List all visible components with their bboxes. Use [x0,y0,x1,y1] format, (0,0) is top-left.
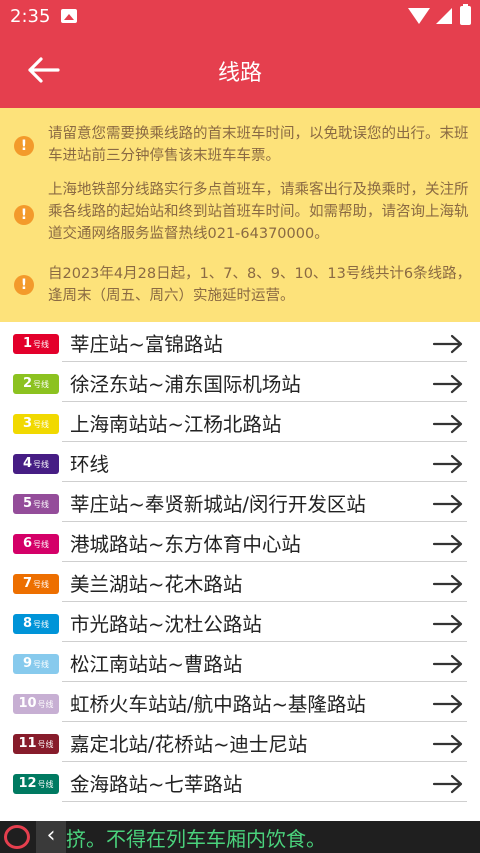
arrow-right-icon [432,454,464,474]
arrow-right-icon [432,374,464,394]
ticker-text: 挤。不得在列车车厢内饮食。 [66,827,326,851]
line-row[interactable]: 10 号线 虹桥火车站站/航中路站~基隆路站 [0,682,480,722]
line-number: 7 [22,576,33,591]
line-number: 10 [18,696,37,711]
line-route: 环线 [70,453,110,476]
line-badge: 12 号线 [13,774,59,794]
alert-icon: ! [14,205,34,225]
line-suffix: 号线 [33,620,50,629]
line-row[interactable]: 6 号线 港城路站~东方体育中心站 [0,522,480,562]
line-number: 2 [22,376,33,391]
line-number: 8 [22,616,33,631]
line-suffix: 号线 [37,700,54,709]
notice-item: ! 请留意您需要换乘线路的首末班车时间，以免耽误您的出行。末班车进站前三分钟停售… [14,122,474,170]
line-route: 美兰湖站~花木路站 [70,573,243,596]
metro-logo-icon [4,825,30,849]
line-number: 1 [22,336,33,351]
line-row[interactable]: 8 号线 市光路站~沈杜公路站 [0,602,480,642]
line-row[interactable]: 12 号线 金海路站~七莘路站 [0,762,480,802]
notice-item: ! 自2023年4月28日起，1、7、8、9、10、13号线共计6条线路，逢周末… [14,262,474,310]
arrow-right-icon [432,574,464,594]
line-suffix: 号线 [33,380,50,389]
app-bar: 线路 [0,34,480,108]
notice-panel: ! 请留意您需要换乘线路的首末班车时间，以免耽误您的出行。末班车进站前三分钟停售… [0,108,480,322]
line-route: 金海路站~七莘路站 [70,773,243,796]
status-time: 2:35 [10,6,51,27]
line-number: 3 [22,416,33,431]
arrow-right-icon [432,654,464,674]
notice-item: ! 上海地铁部分线路实行多点首班车，请乘客出行及换乘时，关注所乘各线路的起始站和… [14,178,474,248]
line-row[interactable]: 5 号线 莘庄站~奉贤新城站/闵行开发区站 [0,482,480,522]
line-suffix: 号线 [33,340,50,349]
notice-text: 自2023年4月28日起，1、7、8、9、10、13号线共计6条线路，逢周末（周… [48,266,472,304]
status-bar: 2:35 [0,0,480,34]
line-number: 12 [18,776,37,791]
line-badge: 3 号线 [13,414,59,434]
line-badge: 8 号线 [13,614,59,634]
line-route: 莘庄站~奉贤新城站/闵行开发区站 [70,493,366,516]
notice-text: 请留意您需要换乘线路的首末班车时间，以免耽误您的出行。末班车进站前三分钟停售该末… [48,126,469,164]
line-badge: 1 号线 [13,334,59,354]
arrow-right-icon [432,414,464,434]
battery-icon [460,4,471,25]
row-divider [62,801,467,802]
alert-icon: ! [14,275,34,295]
alert-icon: ! [14,136,34,156]
line-row[interactable]: 9 号线 松江南站站~曹路站 [0,642,480,682]
signal-icon [436,8,452,24]
line-route: 徐泾东站~浦东国际机场站 [70,373,301,396]
line-route: 上海南站站~江杨北路站 [70,413,282,436]
line-suffix: 号线 [33,580,50,589]
chevron-left-icon[interactable]: ‹ [36,821,66,853]
arrow-right-icon [432,694,464,714]
line-suffix: 号线 [33,500,50,509]
line-badge: 7 号线 [13,574,59,594]
line-badge: 10 号线 [13,694,59,714]
line-number: 5 [22,496,33,511]
line-badge: 5 号线 [13,494,59,514]
line-row[interactable]: 11 号线 嘉定北站/花桥站~迪士尼站 [0,722,480,762]
arrow-right-icon [432,734,464,754]
line-badge: 2 号线 [13,374,59,394]
image-notification-icon [61,9,77,23]
line-number: 9 [22,656,33,671]
line-badge: 4 号线 [13,454,59,474]
line-number: 4 [22,456,33,471]
line-route: 虹桥火车站站/航中路站~基隆路站 [70,693,366,716]
line-suffix: 号线 [37,740,54,749]
line-badge: 11 号线 [13,734,59,754]
line-route: 嘉定北站/花桥站~迪士尼站 [70,733,308,756]
line-row[interactable]: 3 号线 上海南站站~江杨北路站 [0,402,480,442]
line-route: 港城路站~东方体育中心站 [70,533,301,556]
line-row[interactable]: 1 号线 莘庄站~富锦路站 [0,322,480,362]
arrow-right-icon [432,614,464,634]
wifi-icon [408,8,430,24]
page-title: 线路 [217,61,262,86]
arrow-right-icon [432,774,464,794]
line-badge: 6 号线 [13,534,59,554]
line-row[interactable]: 4 号线 环线 [0,442,480,482]
line-row[interactable]: 7 号线 美兰湖站~花木路站 [0,562,480,602]
line-suffix: 号线 [33,540,50,549]
line-route: 松江南站站~曹路站 [70,653,243,676]
line-row[interactable]: 2 号线 徐泾东站~浦东国际机场站 [0,362,480,402]
line-suffix: 号线 [33,660,50,669]
line-route: 市光路站~沈杜公路站 [70,613,262,636]
line-badge: 9 号线 [13,654,59,674]
line-suffix: 号线 [33,460,50,469]
line-route: 莘庄站~富锦路站 [70,333,223,356]
bottom-ticker-bar: ‹ 挤。不得在列车车厢内饮食。 [0,821,480,853]
line-number: 11 [18,736,37,751]
arrow-right-icon [432,534,464,554]
line-number: 6 [22,536,33,551]
line-suffix: 号线 [37,780,54,789]
line-suffix: 号线 [33,420,50,429]
arrow-right-icon [432,334,464,354]
notice-text: 上海地铁部分线路实行多点首班车，请乘客出行及换乘时，关注所乘各线路的起始站和终到… [48,182,469,242]
arrow-right-icon [432,494,464,514]
